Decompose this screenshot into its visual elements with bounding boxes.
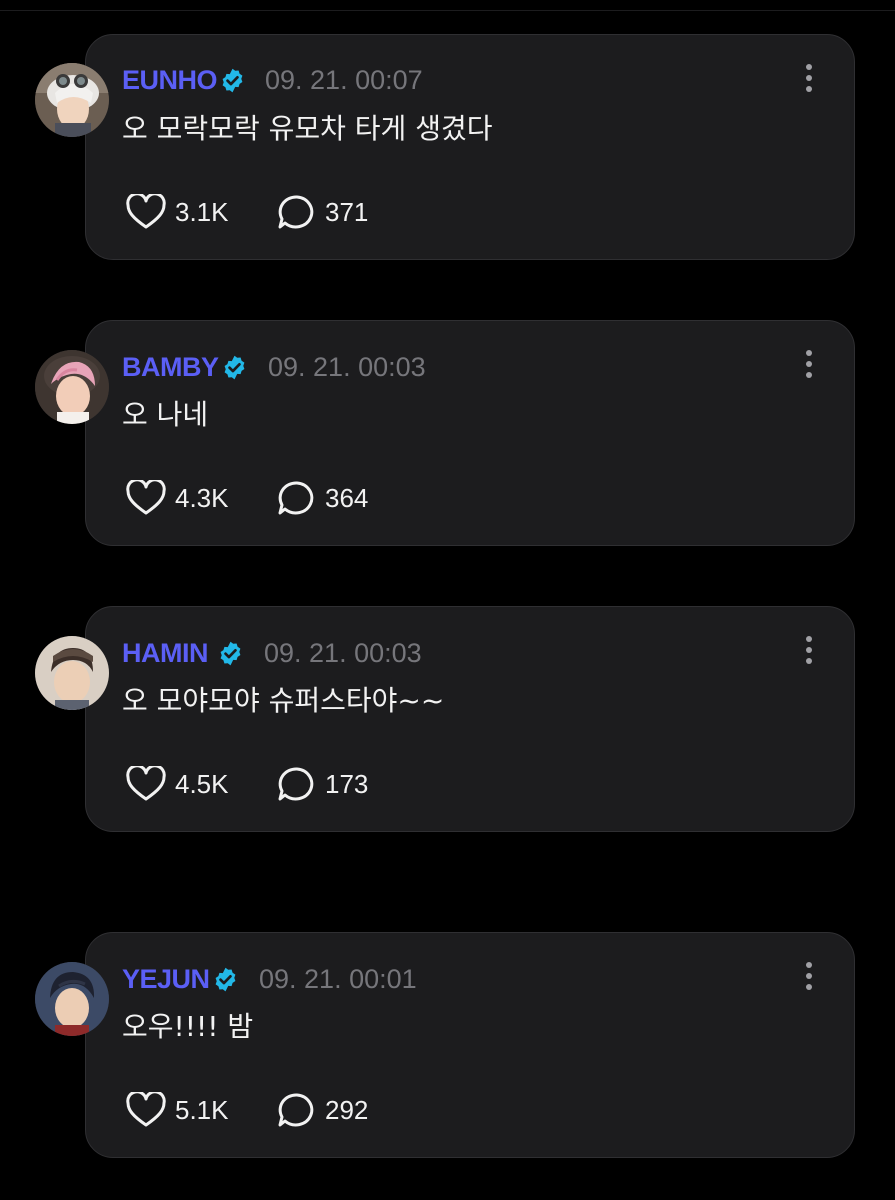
like-button[interactable]: 5.1K (125, 1092, 229, 1127)
comment-bubble-icon (278, 767, 314, 801)
reply-button[interactable]: 173 (277, 767, 368, 801)
username[interactable]: EUNHO (122, 64, 218, 96)
like-count: 4.3K (175, 483, 229, 513)
timestamp: 09. 21. 00:03 (268, 352, 426, 382)
like-count: 3.1K (175, 197, 229, 227)
comment-bubble-icon (278, 1093, 314, 1127)
reply-count: 173 (325, 769, 369, 799)
avatar[interactable] (35, 962, 109, 1036)
reply-button[interactable]: 364 (277, 481, 368, 515)
reply-button[interactable]: 292 (277, 1093, 368, 1127)
comment-bubble-icon (278, 195, 314, 229)
verified-badge-icon (215, 967, 236, 992)
comment-bubble-icon (278, 481, 314, 515)
avatar-hamin-image (35, 636, 109, 710)
top-divider (0, 10, 895, 11)
username[interactable]: HAMIN (122, 637, 209, 669)
username[interactable]: BAMBY (122, 351, 219, 383)
heart-icon (126, 1092, 166, 1127)
avatar-eunho-image (35, 63, 109, 137)
heart-icon (126, 480, 166, 515)
reply-count: 292 (325, 1095, 369, 1125)
post-text: 오우!!!! 밤 (122, 1010, 254, 1043)
like-button[interactable]: 3.1K (125, 194, 229, 229)
avatar-yejun-image (35, 962, 109, 1036)
more-vertical-icon[interactable] (802, 350, 816, 386)
post-text: 오 모락모락 유모차 타게 생겼다 (122, 112, 493, 145)
reply-count: 364 (325, 483, 369, 513)
more-vertical-icon[interactable] (802, 64, 816, 100)
more-vertical-icon[interactable] (802, 636, 816, 672)
timestamp: 09. 21. 00:03 (264, 638, 422, 668)
username[interactable]: YEJUN (122, 963, 210, 995)
like-button[interactable]: 4.5K (125, 766, 229, 801)
verified-badge-icon (220, 641, 241, 666)
post-text: 오 나네 (122, 398, 209, 431)
more-vertical-icon[interactable] (802, 962, 816, 998)
timestamp: 09. 21. 00:07 (265, 65, 423, 95)
like-count: 4.5K (175, 769, 229, 799)
like-count: 5.1K (175, 1095, 229, 1125)
timestamp: 09. 21. 00:01 (259, 964, 417, 994)
reply-count: 371 (325, 197, 369, 227)
avatar[interactable] (35, 636, 109, 710)
post-text: 오 모야모야 슈퍼스타야~~ (122, 684, 445, 717)
like-button[interactable]: 4.3K (125, 480, 229, 515)
avatar[interactable] (35, 350, 109, 424)
heart-icon (126, 194, 166, 229)
verified-badge-icon (224, 355, 245, 380)
verified-badge-icon (222, 68, 243, 93)
heart-icon (126, 766, 166, 801)
reply-button[interactable]: 371 (277, 195, 368, 229)
avatar[interactable] (35, 63, 109, 137)
avatar-bamby-image (35, 350, 109, 424)
